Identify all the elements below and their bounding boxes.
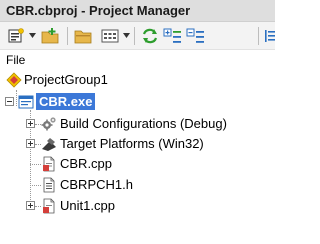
open-folder-icon[interactable] <box>73 26 93 46</box>
target-platforms-label: Target Platforms (Win32) <box>60 136 204 151</box>
add-new-project-icon[interactable] <box>40 26 60 46</box>
project-group-icon <box>6 72 22 88</box>
tree-item-project-group[interactable]: ProjectGroup1 <box>0 70 275 90</box>
unit-file-icon <box>43 198 55 214</box>
header-file-icon <box>43 177 55 193</box>
dropdown-arrow-icon[interactable] <box>29 33 36 39</box>
view-options-icon[interactable] <box>100 26 120 46</box>
window-title: CBR.cbproj - Project Manager <box>6 3 191 18</box>
cbr-cpp-label: CBR.cpp <box>60 156 113 171</box>
unit1-cpp-label: Unit1.cpp <box>60 198 115 213</box>
project-label: CBR.exe <box>36 93 96 110</box>
window-titlebar[interactable]: CBR.cbproj - Project Manager <box>0 0 275 22</box>
file-panel-label: File <box>6 53 26 67</box>
exe-project-icon <box>18 95 34 109</box>
extra-icon[interactable] <box>263 26 275 46</box>
cbrpch1-h-label: CBRPCH1.h <box>60 177 133 192</box>
tree-item-cbr-cpp[interactable]: CBR.cpp <box>0 154 275 174</box>
dropdown-arrow-icon[interactable] <box>123 33 130 39</box>
expand-toggle-icon[interactable] <box>26 201 35 210</box>
toolbar-separator <box>258 27 259 45</box>
collapse-all-icon[interactable] <box>186 26 206 46</box>
cpp-file-icon <box>43 156 55 172</box>
project-group-label: ProjectGroup1 <box>24 72 108 87</box>
target-platform-icon <box>42 138 56 151</box>
sync-icon[interactable] <box>140 26 160 46</box>
toolbar-separator <box>67 27 68 45</box>
project-options-icon[interactable] <box>6 26 26 46</box>
build-configurations-label: Build Configurations (Debug) <box>60 116 227 131</box>
expand-toggle-icon[interactable] <box>26 119 35 128</box>
expand-all-icon[interactable] <box>163 26 183 46</box>
tree-item-build-configurations[interactable]: Build Configurations (Debug) <box>0 114 275 134</box>
tree-item-target-platforms[interactable]: Target Platforms (Win32) <box>0 134 275 154</box>
tree-item-unit1-cpp[interactable]: Unit1.cpp <box>0 196 275 216</box>
project-manager-window: CBR.cbproj - Project Manager File Projec… <box>0 0 275 244</box>
toolbar <box>0 22 275 50</box>
gear-icon <box>41 117 56 131</box>
expand-toggle-icon[interactable] <box>26 139 35 148</box>
toolbar-separator <box>134 27 135 45</box>
tree-item-project[interactable]: CBR.exe <box>0 92 275 112</box>
tree-item-cbrpch1-h[interactable]: CBRPCH1.h <box>0 175 275 195</box>
collapse-toggle-icon[interactable] <box>5 97 14 106</box>
